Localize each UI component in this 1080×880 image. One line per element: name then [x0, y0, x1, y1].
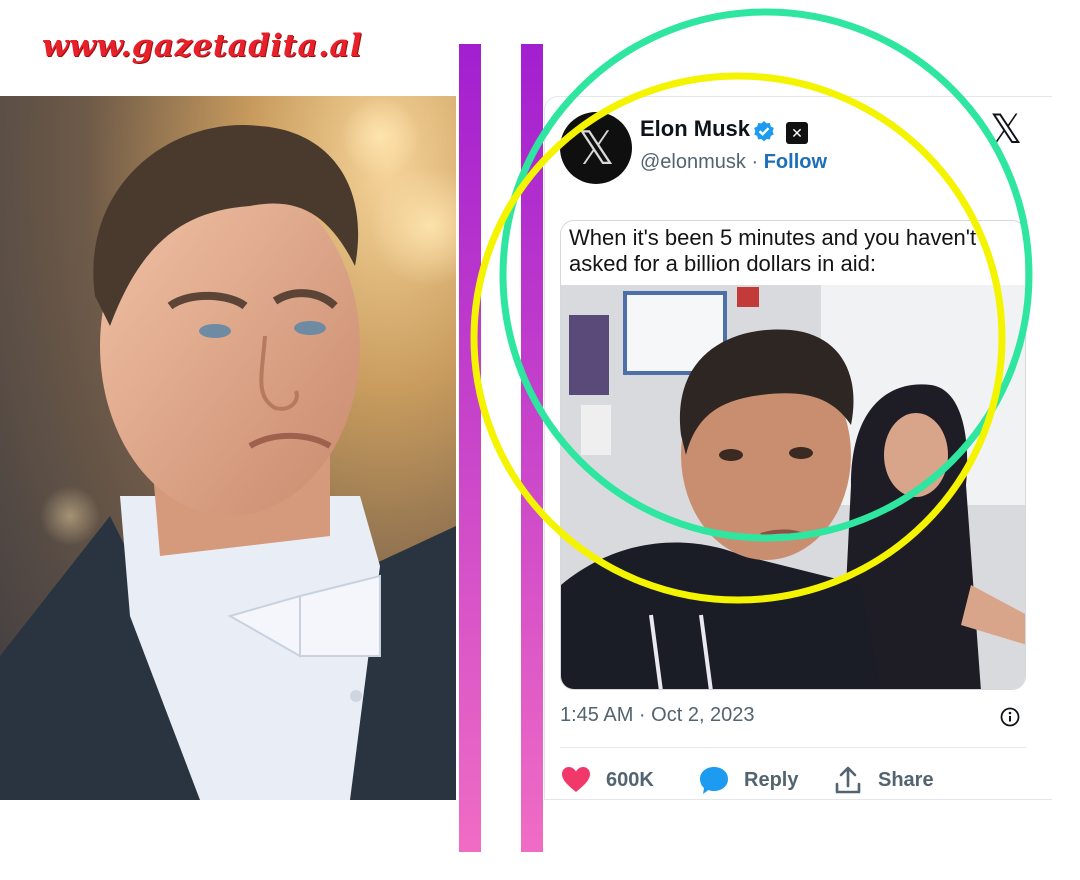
x-logo-icon: 𝕏 — [577, 121, 615, 175]
verified-badge-icon — [754, 121, 774, 142]
x-logo-icon: ✕ — [786, 122, 808, 144]
separator-dot: · — [751, 151, 759, 173]
heart-icon — [562, 767, 590, 792]
divider — [560, 747, 1026, 748]
share-button[interactable]: Share — [832, 764, 934, 796]
tweet-timestamp[interactable]: 1:45 AM · Oct 2, 2023 — [560, 704, 755, 727]
author-name[interactable]: Elon Musk — [640, 116, 750, 142]
meme-photo — [561, 285, 1025, 689]
meme-image[interactable]: When it's been 5 minutes and you haven't… — [560, 220, 1026, 690]
share-label: Share — [878, 768, 934, 791]
author-handle[interactable]: @elonmusk — [640, 151, 746, 173]
site-watermark: www.gazetadita.al — [42, 28, 363, 64]
info-icon[interactable] — [1000, 707, 1020, 727]
meme-caption: When it's been 5 minutes and you haven't… — [569, 225, 977, 276]
profile-avatar[interactable]: 𝕏 — [560, 112, 632, 184]
tweet-actions: 600K Reply Share — [560, 764, 1040, 798]
left-purple-bar — [459, 44, 481, 852]
reply-label: Reply — [744, 768, 799, 791]
speech-bubble-icon — [700, 767, 728, 794]
like-count: 600K — [606, 768, 654, 791]
right-purple-bar — [521, 44, 543, 852]
portrait-photo — [0, 96, 456, 800]
reply-button[interactable]: Reply — [698, 764, 798, 796]
follow-button[interactable]: Follow — [764, 151, 827, 173]
handle-row: @elonmusk · Follow — [640, 151, 827, 174]
share-icon — [835, 766, 861, 794]
x-logo-icon[interactable]: 𝕏 — [990, 110, 1022, 150]
like-button[interactable]: 600K — [560, 764, 654, 796]
